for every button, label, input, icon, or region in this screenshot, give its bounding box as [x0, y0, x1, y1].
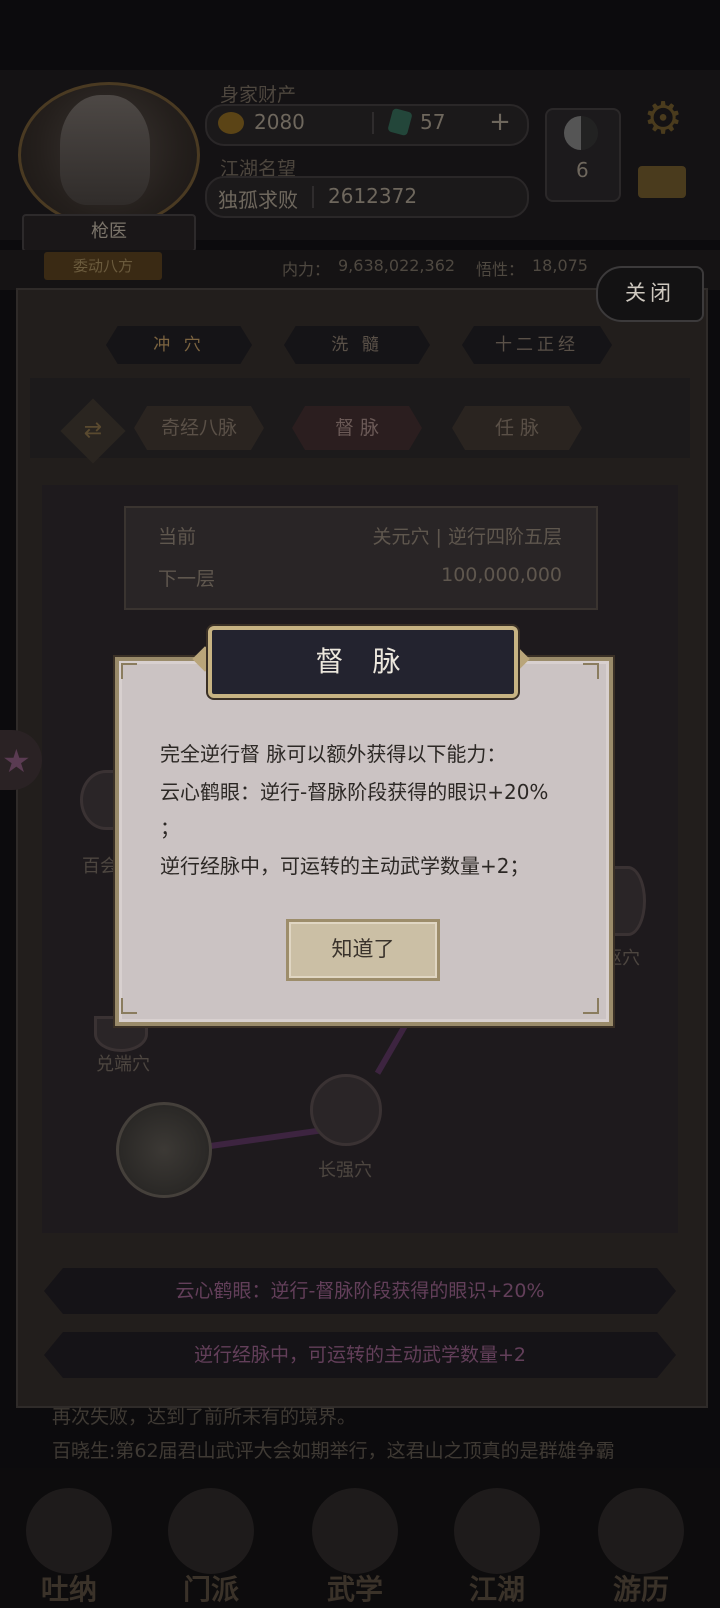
shuqu-node[interactable] [610, 866, 646, 936]
nav-label: 游历 [612, 1573, 669, 1606]
wuxue-icon [312, 1488, 398, 1574]
dialog-title: 督 脉 [315, 645, 411, 678]
tab-chongxue[interactable]: 冲 穴 [106, 326, 252, 364]
next-value: 100,000,000 [441, 564, 562, 586]
log-line-2: 百晓生:第62届君山武评大会如期举行，这君山之顶真的是群雄争霸 [52, 1440, 615, 1462]
nav-wuxue[interactable]: 武学 [300, 1488, 410, 1606]
move-button[interactable]: 委动八方 [44, 252, 162, 280]
gear-icon[interactable]: ⚙ [640, 96, 686, 142]
avatar-portrait [60, 95, 150, 205]
changqiang-node[interactable] [310, 1074, 382, 1146]
corner-ornament [121, 663, 137, 679]
current-label: 当前 [158, 526, 197, 548]
tab-shier-zhengjing[interactable]: 十二正经 [462, 326, 612, 364]
corner-ornament [121, 998, 137, 1014]
log-line-1: 再次失败，达到了前所未有的境界。 [52, 1406, 357, 1428]
nav-label: 江湖 [468, 1573, 525, 1606]
corner-ornament [583, 998, 599, 1014]
dialog-line-1: 完全逆行督 脉可以额外获得以下能力： [160, 742, 507, 766]
nav-youli[interactable]: 游历 [586, 1488, 696, 1606]
dialog-line-4: 逆行经脉中，可运转的主动武学数量+2； [160, 854, 530, 878]
player-name: 独孤求败 [218, 188, 298, 212]
mail-icon[interactable] [638, 166, 686, 198]
tab-xisui[interactable]: 洗 髓 [284, 326, 430, 364]
close-button[interactable]: 关闭 [596, 266, 704, 322]
jianghu-icon [454, 1488, 540, 1574]
dialog-line-2: 云心鹤眼：逆行-督脉阶段获得的眼识+20% [160, 780, 549, 804]
nav-label: 门派 [182, 1573, 239, 1606]
tuna-icon [26, 1488, 112, 1574]
taiji-count: 6 [576, 158, 589, 182]
subtab-dumai[interactable]: 督 脉 [292, 406, 422, 450]
next-label: 下一层 [158, 568, 216, 590]
current-value: 关元穴 | 逆行四阶五层 [372, 526, 562, 548]
nav-label: 吐纳 [40, 1573, 97, 1606]
neili-value: 9,638,022,362 [338, 256, 456, 275]
ability-bar-2: 逆行经脉中，可运转的主动武学数量+2 [44, 1332, 676, 1378]
coin-count: 2080 [254, 110, 305, 134]
taiji-icon [564, 116, 598, 150]
coin-icon [218, 112, 244, 134]
nav-menpai[interactable]: 门派 [156, 1488, 266, 1606]
moon-icon[interactable] [116, 1102, 212, 1198]
nav-jianghu[interactable]: 江湖 [442, 1488, 552, 1606]
corner-ornament [583, 663, 599, 679]
subtab-qijing-bamai[interactable]: 奇经八脉 [134, 406, 264, 450]
youli-icon [598, 1488, 684, 1574]
divider [372, 112, 374, 134]
role-name: 枪医 [22, 214, 196, 252]
changqiang-label: 长强穴 [318, 1160, 372, 1181]
divider [312, 186, 314, 208]
wuxing-value: 18,075 [532, 256, 588, 275]
subtab-renmai[interactable]: 任 脉 [452, 406, 582, 450]
star-icon: ★ [2, 742, 31, 780]
dialog-line-3: ； [160, 816, 180, 840]
baihui-label: 百会 [82, 856, 118, 877]
swap-icon: ⇄ [83, 418, 103, 443]
nav-tuna[interactable]: 吐纳 [14, 1488, 124, 1606]
reputation-score: 2612372 [328, 184, 418, 208]
nav-label: 武学 [326, 1573, 383, 1606]
duiduan-label: 兑端穴 [96, 1054, 150, 1075]
resource-title: 身家财产 [220, 84, 297, 106]
jade-count: 57 [420, 110, 446, 134]
got-it-button[interactable]: 知道了 [286, 919, 440, 981]
wuxing-label: 悟性： [476, 260, 525, 279]
ability-bar-1: 云心鹤眼：逆行-督脉阶段获得的眼识+20% [44, 1268, 676, 1314]
add-resource-button[interactable]: + [486, 108, 514, 136]
menpai-icon [168, 1488, 254, 1574]
neili-label: 内力： [282, 260, 331, 279]
